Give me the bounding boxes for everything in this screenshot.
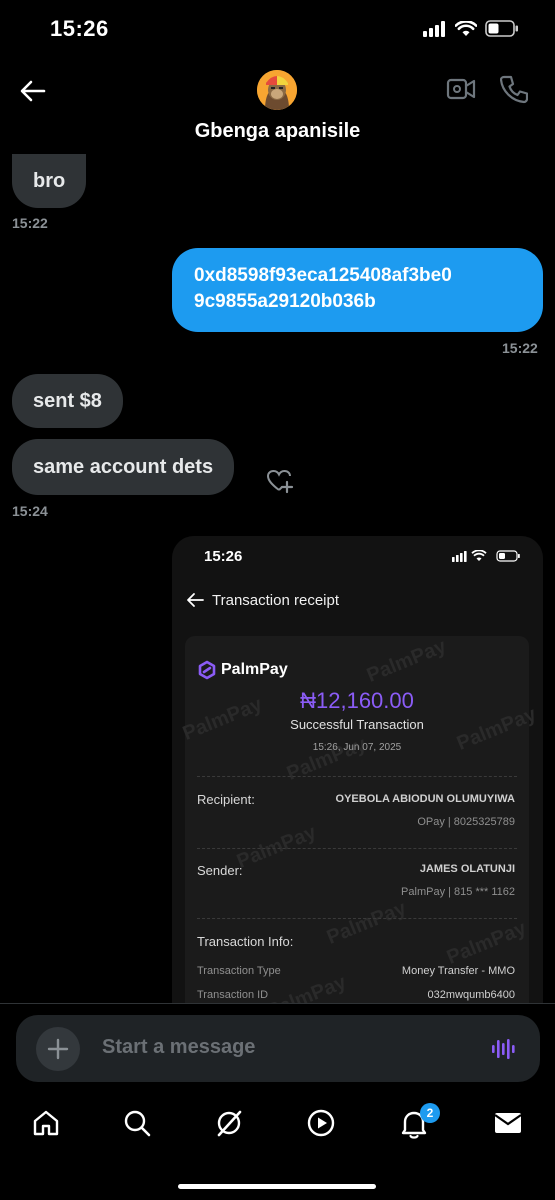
divider xyxy=(197,776,517,777)
receipt-datetime: 15:26, Jun 07, 2025 xyxy=(312,742,402,753)
wifi-icon xyxy=(455,20,477,36)
message-bubble-incoming[interactable]: same account dets xyxy=(12,439,235,495)
message-timestamp: 15:22 xyxy=(502,340,538,356)
recipient-bank: OPay | 8025325789 xyxy=(417,816,515,828)
message-text-line2: 9c9855a29120b036b xyxy=(194,291,376,312)
divider xyxy=(197,848,517,849)
message-timestamp: 15:22 xyxy=(12,215,48,231)
notification-badge: 2 xyxy=(420,1103,440,1123)
transaction-type-label: Transaction Type xyxy=(197,965,281,977)
receipt-status-icons xyxy=(452,550,520,562)
contact-name[interactable]: Gbenga apanisile xyxy=(0,120,555,143)
ape-avatar-icon xyxy=(257,70,297,110)
message-input[interactable] xyxy=(16,1015,540,1082)
plus-icon xyxy=(47,1038,69,1060)
transaction-id-label: Transaction ID xyxy=(197,989,269,1001)
grok-icon[interactable] xyxy=(214,1108,244,1138)
receipt-card: PalmPay PalmPay PalmPay PalmPay PalmPay … xyxy=(180,635,539,1006)
add-reaction-icon[interactable] xyxy=(266,468,294,494)
sender-label: Sender: xyxy=(197,863,243,878)
message-bubble-outgoing[interactable]: 0xd8598f93eca125408af3be0 9c9855a29120b0… xyxy=(172,248,543,332)
divider xyxy=(197,918,517,919)
palmpay-brand: PalmPay xyxy=(221,661,288,678)
message-text-line1: 0xd8598f93eca125408af3be0 xyxy=(194,265,452,286)
receipt-amount: ₦12,160.00 xyxy=(300,688,414,713)
watermark: PalmPay xyxy=(443,917,530,969)
sender-name: JAMES OLATUNJI xyxy=(419,863,515,875)
watermark: PalmPay xyxy=(363,635,450,687)
voice-message-icon[interactable] xyxy=(490,1036,516,1062)
message-bubble-incoming[interactable]: sent $8 xyxy=(12,374,123,428)
recipient-label: Recipient: xyxy=(197,792,255,807)
battery-icon xyxy=(485,20,518,37)
messages-icon[interactable] xyxy=(493,1110,523,1136)
palmpay-logo-icon xyxy=(198,660,216,680)
message-bubble-incoming[interactable]: bro xyxy=(12,154,87,208)
add-media-button[interactable] xyxy=(36,1027,80,1071)
phone-call-icon[interactable] xyxy=(500,74,528,104)
search-icon[interactable] xyxy=(122,1108,152,1138)
message-text: bro xyxy=(33,169,66,192)
watermark: PalmPay xyxy=(323,897,410,949)
back-arrow-icon[interactable] xyxy=(18,76,48,106)
home-indicator xyxy=(178,1184,376,1189)
receipt-back-icon xyxy=(187,593,204,607)
video-icon[interactable] xyxy=(306,1108,336,1138)
transaction-id-value: 032mwqumb6400 xyxy=(427,989,515,1001)
signal-icon xyxy=(423,20,445,37)
transaction-info-label: Transaction Info: xyxy=(197,934,294,949)
message-text: sent $8 xyxy=(33,389,102,412)
receipt-status-time: 15:26 xyxy=(204,548,243,565)
message-input-placeholder: Start a message xyxy=(102,1036,256,1058)
receipt-title: Transaction receipt xyxy=(212,592,340,609)
sender-bank: PalmPay | 815 *** 1162 xyxy=(401,886,515,898)
home-icon[interactable] xyxy=(31,1108,61,1138)
message-text: same account dets xyxy=(33,455,214,478)
message-timestamp: 15:24 xyxy=(12,503,48,519)
transaction-type-value: Money Transfer - MMO xyxy=(401,965,515,977)
video-call-icon[interactable] xyxy=(446,76,476,102)
avatar[interactable] xyxy=(257,70,297,110)
status-time: 15:26 xyxy=(50,16,109,41)
recipient-name: OYEBOLA ABIODUN OLUMUYIWA xyxy=(335,793,515,805)
status-icons xyxy=(423,20,519,37)
receipt-status: Successful Transaction xyxy=(290,717,424,732)
receipt-image[interactable]: 15:26 Transaction receipt PalmPay PalmPa… xyxy=(172,536,543,1006)
